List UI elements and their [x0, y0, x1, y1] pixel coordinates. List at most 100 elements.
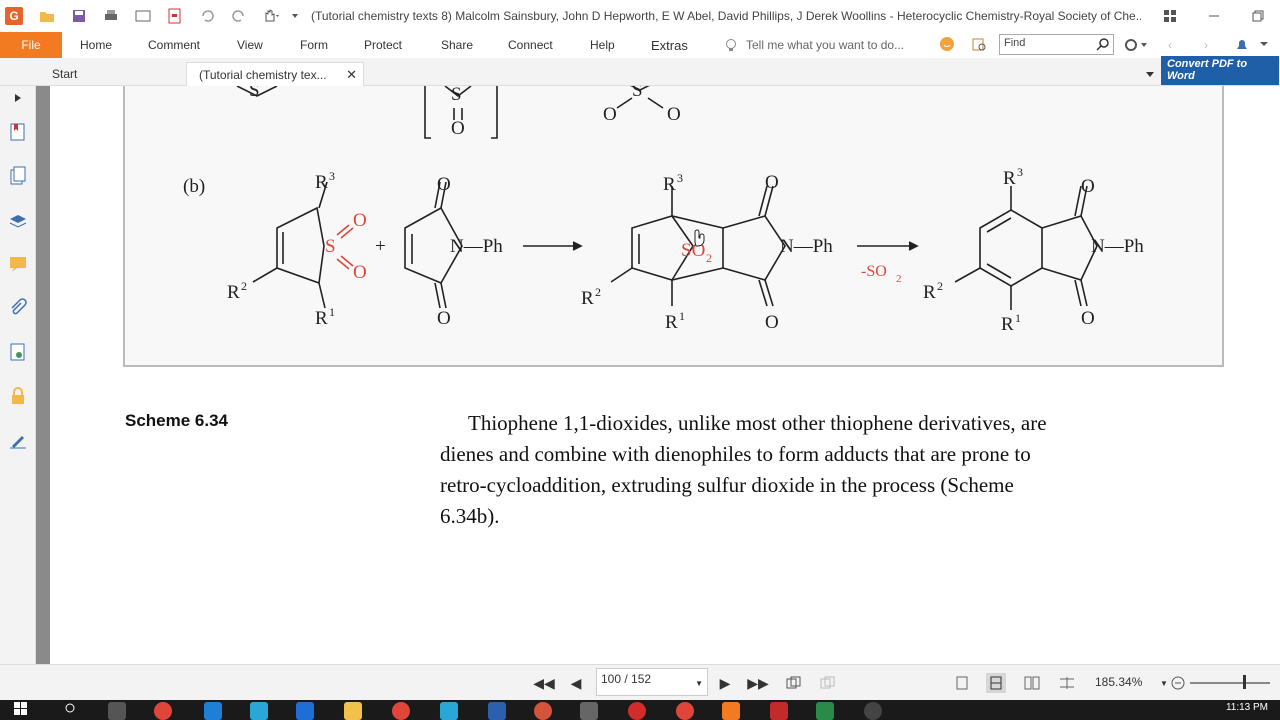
layout-grid-icon[interactable]: [1148, 0, 1192, 32]
windows-start-icon[interactable]: [14, 702, 32, 720]
find-input[interactable]: Find: [999, 34, 1114, 55]
print-icon[interactable]: [95, 0, 127, 32]
menu-help[interactable]: Help: [590, 32, 615, 58]
menu-extras[interactable]: Extras: [651, 32, 688, 58]
tab-list-dropdown-icon[interactable]: [1145, 68, 1155, 82]
windows-taskbar: 11:13 PM: [0, 700, 1280, 720]
save-icon[interactable]: [63, 0, 95, 32]
svg-text:R: R: [923, 282, 936, 303]
new-pdf-icon[interactable]: [159, 0, 191, 32]
zoom-slider[interactable]: [1190, 682, 1270, 684]
blank-page-icon[interactable]: [127, 0, 159, 32]
comments-panel-icon[interactable]: [0, 242, 36, 286]
svg-text:S: S: [249, 86, 260, 101]
svg-text:2: 2: [241, 279, 247, 293]
bookmarks-icon[interactable]: [0, 110, 36, 154]
taskbar-app-icon[interactable]: [296, 702, 314, 720]
minimize-icon[interactable]: [1192, 0, 1236, 32]
file-explorer-icon[interactable]: [344, 702, 362, 720]
redo-icon[interactable]: [223, 0, 255, 32]
taskbar-app-icon[interactable]: [864, 702, 882, 720]
feedback-icon[interactable]: [939, 36, 955, 55]
tab-start[interactable]: Start: [40, 62, 186, 86]
pdf-reader-taskbar-icon[interactable]: [722, 702, 740, 720]
page-dropdown-icon[interactable]: ▼: [695, 679, 703, 688]
tab-document-label: (Tutorial chemistry tex...: [199, 67, 327, 82]
facing-view-icon[interactable]: [1022, 673, 1042, 693]
window-title: (Tutorial chemistry texts 8) Malcolm Sai…: [311, 9, 1141, 23]
menu-home[interactable]: Home: [80, 32, 112, 58]
page-number-input[interactable]: 100 / 152 ▼: [596, 668, 708, 696]
tab-document[interactable]: (Tutorial chemistry tex... ✕: [186, 62, 364, 86]
taskbar-app-icon[interactable]: [580, 702, 598, 720]
zoom-level[interactable]: 185.34%: [1095, 675, 1142, 689]
close-tab-icon[interactable]: ✕: [346, 67, 357, 83]
nav-back-icon[interactable]: ‹: [1168, 38, 1172, 52]
single-page-view-icon[interactable]: [952, 673, 972, 693]
settings-gear-icon[interactable]: [1124, 37, 1148, 56]
previous-page-icon[interactable]: ◀: [566, 673, 586, 693]
restore-icon[interactable]: [1236, 0, 1280, 32]
svg-text:R: R: [315, 308, 328, 329]
find-tool-icon[interactable]: [972, 37, 988, 56]
menu-connect[interactable]: Connect: [508, 32, 553, 58]
next-page-icon[interactable]: ▶: [715, 673, 735, 693]
notification-bell-icon[interactable]: [1234, 37, 1250, 56]
opera-icon[interactable]: [628, 702, 646, 720]
copy-page-icon[interactable]: [784, 673, 804, 693]
svg-text:1: 1: [1015, 311, 1021, 325]
attachments-icon[interactable]: [0, 286, 36, 330]
continuous-facing-view-icon[interactable]: [1057, 673, 1077, 693]
excel-icon[interactable]: [816, 702, 834, 720]
digital-signature-icon[interactable]: [0, 330, 36, 374]
continuous-view-icon[interactable]: [986, 673, 1006, 693]
convert-pdf-to-word-button[interactable]: Convert PDF to Word: [1161, 56, 1279, 85]
tab-start-label: Start: [52, 67, 78, 81]
undo-icon[interactable]: [191, 0, 223, 32]
svg-text:1: 1: [329, 305, 335, 319]
menu-view[interactable]: View: [237, 32, 263, 58]
layers-icon[interactable]: [0, 198, 36, 242]
signature-pen-icon[interactable]: [0, 418, 36, 462]
ribbon-collapse-icon[interactable]: [1259, 38, 1269, 52]
page-thumbnails-icon[interactable]: [0, 154, 36, 198]
taskbar-app-icon[interactable]: [250, 702, 268, 720]
menu-protect[interactable]: Protect: [364, 32, 402, 58]
svg-text:R: R: [665, 312, 678, 333]
taskbar-app-icon[interactable]: [204, 702, 222, 720]
document-viewport[interactable]: S S O S O O (b) R3 R2 R1 + O O N—Ph R3 R…: [50, 86, 1280, 664]
taskbar-app-icon[interactable]: [154, 702, 172, 720]
chrome-icon[interactable]: [676, 702, 694, 720]
hand-tool-icon[interactable]: [255, 0, 287, 32]
file-menu[interactable]: File: [0, 32, 62, 58]
security-lock-icon[interactable]: [0, 374, 36, 418]
tell-me-search[interactable]: Tell me what you want to do...: [724, 38, 904, 52]
expand-panel-icon[interactable]: [0, 86, 36, 110]
menu-comment[interactable]: Comment: [148, 32, 200, 58]
zoom-slider-thumb[interactable]: [1243, 675, 1246, 689]
svg-text:O: O: [603, 104, 617, 125]
open-folder-icon[interactable]: [31, 0, 63, 32]
tell-me-label: Tell me what you want to do...: [746, 38, 905, 52]
svg-text:O: O: [437, 174, 451, 195]
customize-toolbar-icon[interactable]: [287, 0, 303, 32]
last-page-icon[interactable]: ▶▶: [747, 673, 769, 693]
nav-forward-icon[interactable]: ›: [1204, 38, 1208, 52]
page-number-value: 100 / 152: [601, 672, 652, 686]
zoom-out-icon[interactable]: [1168, 673, 1188, 693]
taskbar-app-icon[interactable]: [534, 702, 552, 720]
menu-form[interactable]: Form: [300, 32, 328, 58]
pdf-reader-app: G (Tutorial chemistry texts 8) Malcolm S…: [0, 0, 1280, 720]
word-icon[interactable]: [488, 702, 506, 720]
search-taskbar-icon[interactable]: [64, 702, 82, 720]
task-view-icon[interactable]: [108, 702, 126, 720]
paste-page-icon[interactable]: [818, 673, 838, 693]
system-clock[interactable]: 11:13 PM: [1226, 702, 1268, 713]
search-icon[interactable]: [1096, 37, 1110, 54]
menu-share[interactable]: Share: [441, 32, 473, 58]
first-page-icon[interactable]: ◀◀: [533, 673, 555, 693]
taskbar-app-icon[interactable]: [440, 702, 458, 720]
taskbar-app-icon[interactable]: [770, 702, 788, 720]
svg-text:O: O: [1081, 176, 1095, 197]
chrome-icon[interactable]: [392, 702, 410, 720]
